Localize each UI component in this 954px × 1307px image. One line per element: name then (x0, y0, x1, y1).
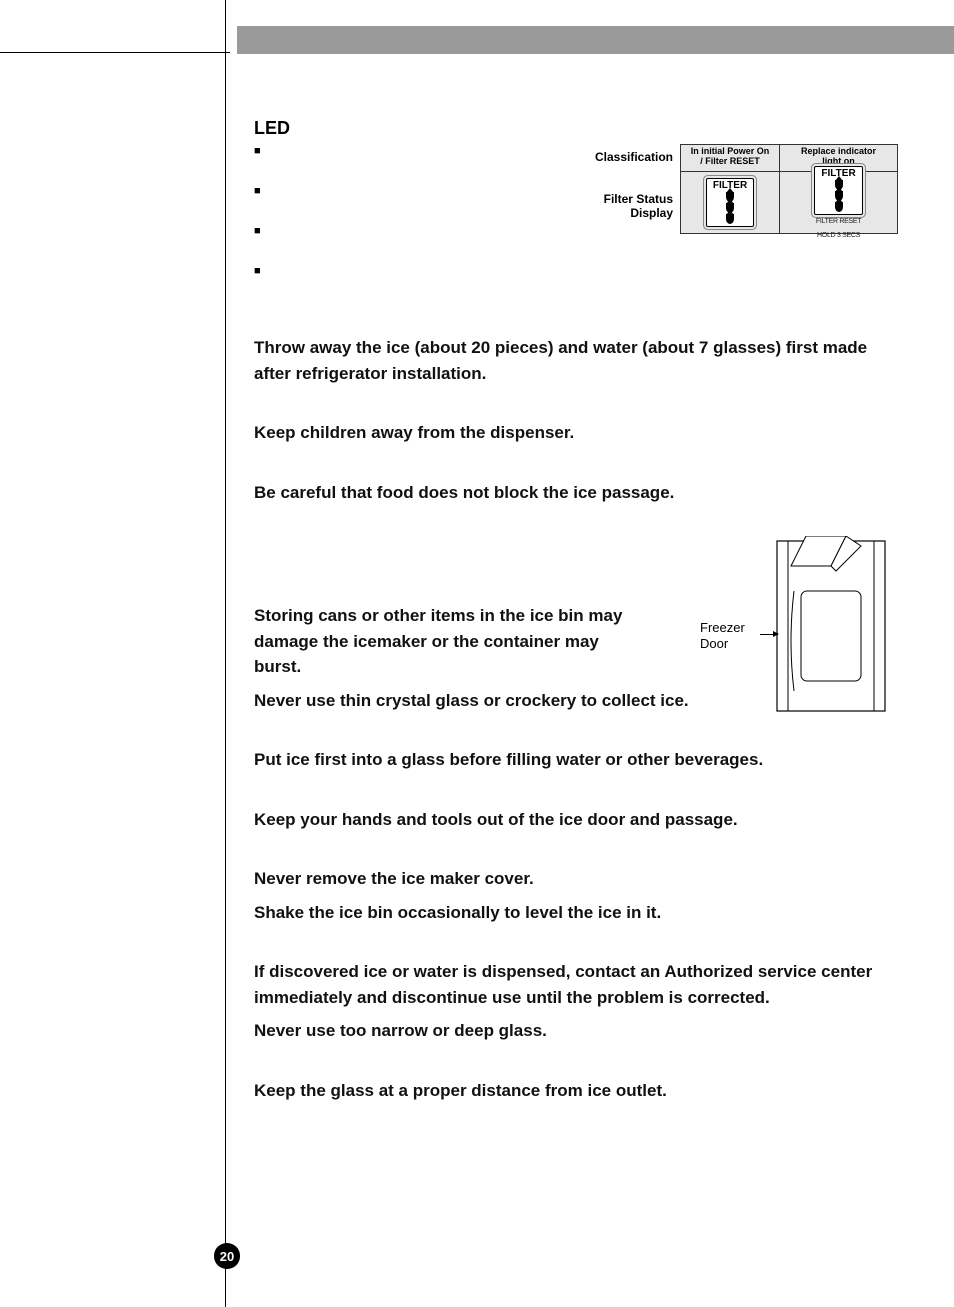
paragraph: Never remove the ice maker cover. (254, 866, 894, 892)
filter-reset-text: FILTER RESET HOLD 3 SECS (816, 218, 861, 239)
paragraph: Storing cans or other items in the ice b… (254, 603, 644, 680)
freezer-door-label: Freezer Door (700, 620, 745, 651)
filter-chip-icon: FILTER (814, 166, 862, 215)
bullet-icon: ■ (254, 225, 261, 237)
drops-icon (726, 192, 734, 224)
paragraph: Keep your hands and tools out of the ice… (254, 807, 894, 833)
filter-cell-2: FILTER FILTER RESET HOLD 3 SECS (780, 172, 897, 233)
paragraph: Put ice first into a glass before fillin… (254, 747, 894, 773)
paragraph: Shake the ice bin occasionally to level … (254, 900, 894, 926)
paragraph: Keep the glass at a proper distance from… (254, 1078, 894, 1104)
bullet-icon: ■ (254, 145, 261, 157)
paragraph: Never use too narrow or deep glass. (254, 1018, 894, 1044)
paragraph: Be careful that food does not block the … (254, 480, 894, 506)
filter-status-label: Filter Status Display (568, 192, 673, 221)
paragraph: Keep children away from the dispenser. (254, 420, 894, 446)
header-bar (237, 26, 954, 54)
freezer-door-illustration (776, 536, 886, 716)
paragraph: If discovered ice or water is dispensed,… (254, 959, 894, 1010)
drops-icon (835, 180, 843, 212)
filter-cell-1: FILTER (681, 172, 780, 233)
filter-status-table: In initial Power On / Filter RESET Repla… (680, 144, 898, 234)
bullet-icon: ■ (254, 185, 261, 197)
table-header-initial: In initial Power On / Filter RESET (681, 145, 780, 171)
section-title: LED (254, 118, 894, 139)
header-rule (0, 52, 230, 53)
paragraph: Throw away the ice (about 20 pieces) and… (254, 335, 894, 386)
filter-chip-icon: FILTER (706, 178, 754, 227)
page-number-badge: 20 (214, 1243, 240, 1269)
body-text: Throw away the ice (about 20 pieces) and… (254, 335, 894, 1103)
side-vertical-rule (225, 0, 226, 1307)
bullet-icon: ■ (254, 265, 261, 277)
classification-label: Classification (568, 150, 673, 164)
